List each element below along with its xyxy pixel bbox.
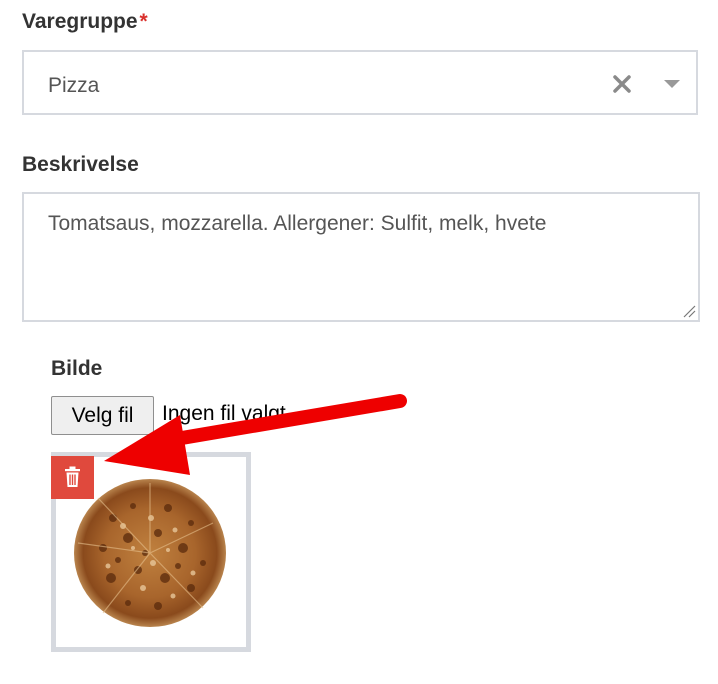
caret-down-icon[interactable]: [664, 80, 680, 88]
pizza-image: [74, 479, 226, 627]
required-indicator: *: [139, 10, 148, 33]
category-selected-value: Pizza: [48, 74, 100, 97]
description-text: Tomatsaus, mozzarella. Allergener: Sulfi…: [48, 212, 547, 235]
delete-image-button[interactable]: [51, 456, 94, 499]
product-form: Varegruppe* Pizza Beskrivelse Tomatsaus,…: [0, 0, 718, 684]
trash-icon: [51, 466, 94, 503]
category-select[interactable]: Pizza: [22, 50, 698, 115]
close-icon[interactable]: [610, 72, 634, 96]
description-label: Beskrivelse: [22, 153, 139, 176]
description-textarea[interactable]: Tomatsaus, mozzarella. Allergener: Sulfi…: [22, 192, 700, 322]
choose-file-button[interactable]: Velg fil: [51, 396, 154, 435]
category-label-text: Varegruppe: [22, 10, 138, 33]
resize-handle-icon[interactable]: [682, 304, 696, 318]
image-label: Bilde: [51, 357, 103, 380]
category-label: Varegruppe*: [22, 10, 148, 34]
file-status-text: Ingen fil valgt: [162, 402, 286, 425]
